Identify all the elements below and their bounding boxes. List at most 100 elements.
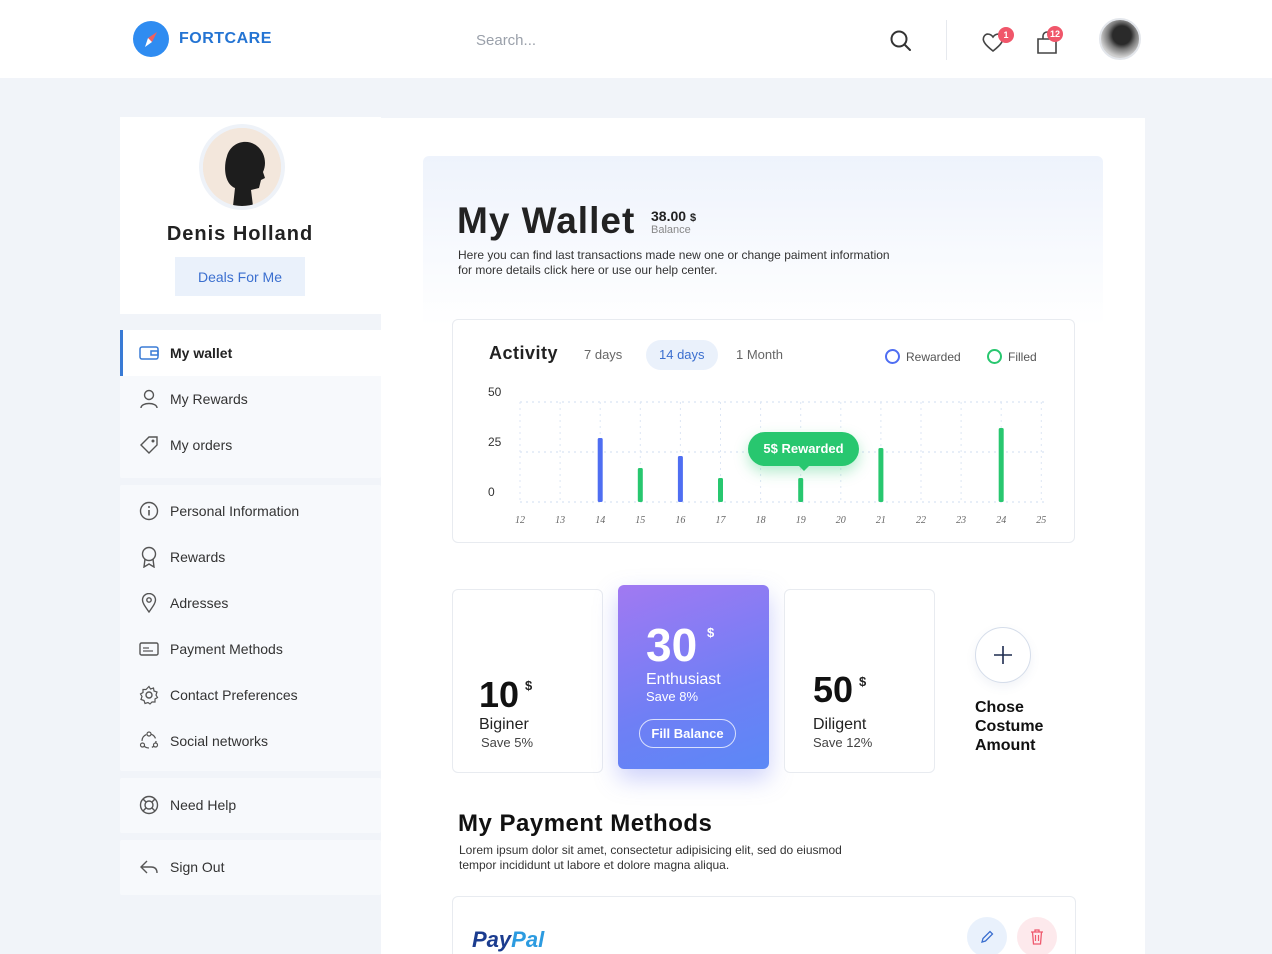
sidebar-item-payment-methods[interactable]: Payment Methods bbox=[120, 626, 381, 672]
balance-value: 38.00 $ bbox=[651, 208, 696, 224]
custom-amount-line: Chose bbox=[975, 699, 1024, 716]
plan-name: Diligent bbox=[813, 716, 867, 733]
payment-methods-description: Lorem ipsum dolor sit amet, consectetur … bbox=[459, 843, 889, 873]
plus-icon bbox=[994, 646, 1012, 664]
bar-filled bbox=[798, 478, 804, 502]
x-tick-label: 22 bbox=[916, 515, 926, 526]
settings-menu: Personal Information Rewards Adresses Pa… bbox=[120, 485, 381, 771]
plan-save: Save 5% bbox=[481, 735, 534, 750]
sidebar-item-label: My Rewards bbox=[170, 391, 248, 407]
plan-card-biginer[interactable]: 10 $ Biginer Save 5% bbox=[452, 589, 603, 773]
profile-name: Denis Holland bbox=[166, 223, 314, 245]
sidebar-item-adresses[interactable]: Adresses bbox=[120, 580, 381, 626]
sidebar-item-label: Social networks bbox=[170, 733, 269, 749]
sidebar-item-contact-preferences[interactable]: Contact Preferences bbox=[120, 672, 381, 718]
x-tick-label: 17 bbox=[716, 515, 727, 526]
sidebar-item-label: My orders bbox=[170, 437, 233, 453]
user-icon bbox=[138, 388, 160, 410]
plan-card-diligent[interactable]: 50 $ Diligent Save 12% bbox=[784, 589, 935, 773]
payment-method-row: PayPal bbox=[452, 896, 1076, 954]
sidebar-item-personal-information[interactable]: Personal Information bbox=[120, 488, 381, 534]
sign-out-icon bbox=[138, 856, 160, 878]
balance-label: Balance bbox=[651, 224, 691, 236]
sidebar-item-label: Need Help bbox=[170, 797, 237, 813]
bar-filled bbox=[998, 428, 1004, 502]
sidebar-item-label: Rewards bbox=[170, 549, 226, 565]
user-avatar[interactable] bbox=[1099, 18, 1141, 60]
y-tick-label: 0 bbox=[488, 485, 495, 499]
bar-filled bbox=[878, 448, 884, 502]
profile-card: Denis Holland Deals For Me bbox=[120, 117, 381, 314]
pencil-icon bbox=[981, 930, 994, 943]
x-tick-label: 15 bbox=[635, 515, 645, 526]
sidebar-item-my-orders[interactable]: My orders bbox=[120, 422, 381, 468]
bar-rewarded bbox=[677, 456, 683, 502]
tag-icon bbox=[138, 434, 160, 456]
tab-7-days[interactable]: 7 days bbox=[571, 340, 635, 370]
sidebar-item-need-help[interactable]: Need Help bbox=[120, 782, 381, 828]
bar-rewarded bbox=[597, 438, 603, 502]
y-tick-label: 50 bbox=[488, 385, 502, 399]
sidebar-item-label: My wallet bbox=[170, 345, 233, 361]
account-menu: My wallet My Rewards My orders bbox=[120, 330, 381, 478]
wallet-icon bbox=[138, 342, 160, 364]
x-tick-label: 25 bbox=[1036, 515, 1046, 526]
paypal-logo: PayPal bbox=[472, 927, 544, 953]
sidebar-item-sign-out[interactable]: Sign Out bbox=[120, 844, 381, 890]
x-tick-label: 21 bbox=[876, 515, 886, 526]
main-panel: My Wallet 38.00 $ Balance Here you can f… bbox=[381, 118, 1145, 954]
sidebar-item-my-wallet[interactable]: My wallet bbox=[120, 330, 381, 376]
plan-save: Save 12% bbox=[813, 735, 873, 750]
plan-currency: $ bbox=[707, 625, 715, 640]
sidebar-item-label: Payment Methods bbox=[170, 641, 283, 657]
sidebar-item-social-networks[interactable]: Social networks bbox=[120, 718, 381, 764]
search-icon[interactable] bbox=[888, 28, 914, 54]
brand-logo[interactable]: FORTCARE bbox=[133, 21, 272, 57]
plan-amount: 50 bbox=[813, 669, 854, 710]
trash-icon bbox=[1031, 929, 1043, 945]
custom-amount-line: Amount bbox=[975, 737, 1036, 754]
edit-payment-button[interactable] bbox=[967, 917, 1007, 954]
tab-1-month[interactable]: 1 Month bbox=[723, 340, 796, 370]
x-tick-label: 18 bbox=[756, 515, 766, 526]
plan-save: Save 8% bbox=[646, 689, 699, 704]
paypal-logo-part: Pay bbox=[472, 927, 512, 952]
sidebar-item-label: Contact Preferences bbox=[170, 687, 298, 703]
sidebar-item-rewards[interactable]: Rewards bbox=[120, 534, 381, 580]
bar-filled bbox=[718, 478, 723, 502]
plan-amount: 30 bbox=[646, 619, 698, 671]
custom-amount-label: Chose Costume Amount bbox=[975, 698, 1065, 755]
legend-filled: Filled bbox=[987, 349, 1037, 364]
wishlist-badge: 1 bbox=[998, 27, 1014, 43]
sidebar-item-my-rewards[interactable]: My Rewards bbox=[120, 376, 381, 422]
deals-for-me-button[interactable]: Deals For Me bbox=[175, 257, 305, 296]
activity-title: Activity bbox=[489, 343, 559, 363]
info-icon bbox=[138, 500, 160, 522]
plan-amount: 10 bbox=[479, 674, 520, 715]
plan-name: Enthusiast bbox=[646, 671, 721, 688]
tab-14-days[interactable]: 14 days bbox=[646, 340, 718, 370]
search-input[interactable] bbox=[470, 24, 870, 56]
compass-icon bbox=[133, 21, 169, 57]
delete-payment-button[interactable] bbox=[1017, 917, 1057, 954]
x-tick-label: 24 bbox=[996, 515, 1006, 526]
wallet-description-line: for more details click here or use our h… bbox=[458, 263, 718, 277]
y-tick-label: 25 bbox=[488, 435, 502, 449]
add-custom-amount-button[interactable] bbox=[975, 627, 1031, 683]
chart-tooltip: 5$ Rewarded bbox=[748, 432, 859, 471]
plan-currency: $ bbox=[525, 678, 533, 693]
custom-amount-line: Costume bbox=[975, 718, 1044, 735]
card-icon bbox=[138, 638, 160, 660]
page-title: My Wallet bbox=[457, 200, 636, 241]
fill-balance-button[interactable]: Fill Balance bbox=[639, 719, 736, 748]
award-icon bbox=[138, 546, 160, 568]
balance-currency: $ bbox=[689, 212, 697, 224]
legend-label: Filled bbox=[1008, 349, 1037, 364]
plan-card-enthusiast[interactable]: 30 $ Enthusiast Save 8% Fill Balance bbox=[618, 585, 769, 769]
location-pin-icon bbox=[138, 592, 160, 614]
sidebar-item-label: Sign Out bbox=[170, 859, 225, 875]
cart-badge: 12 bbox=[1047, 26, 1063, 42]
payment-methods-description-line: tempor incididunt ut labore et dolore ma… bbox=[459, 858, 730, 872]
wallet-description-line: Here you can find last transactions made… bbox=[458, 248, 890, 262]
sidebar-item-label: Adresses bbox=[170, 595, 229, 611]
